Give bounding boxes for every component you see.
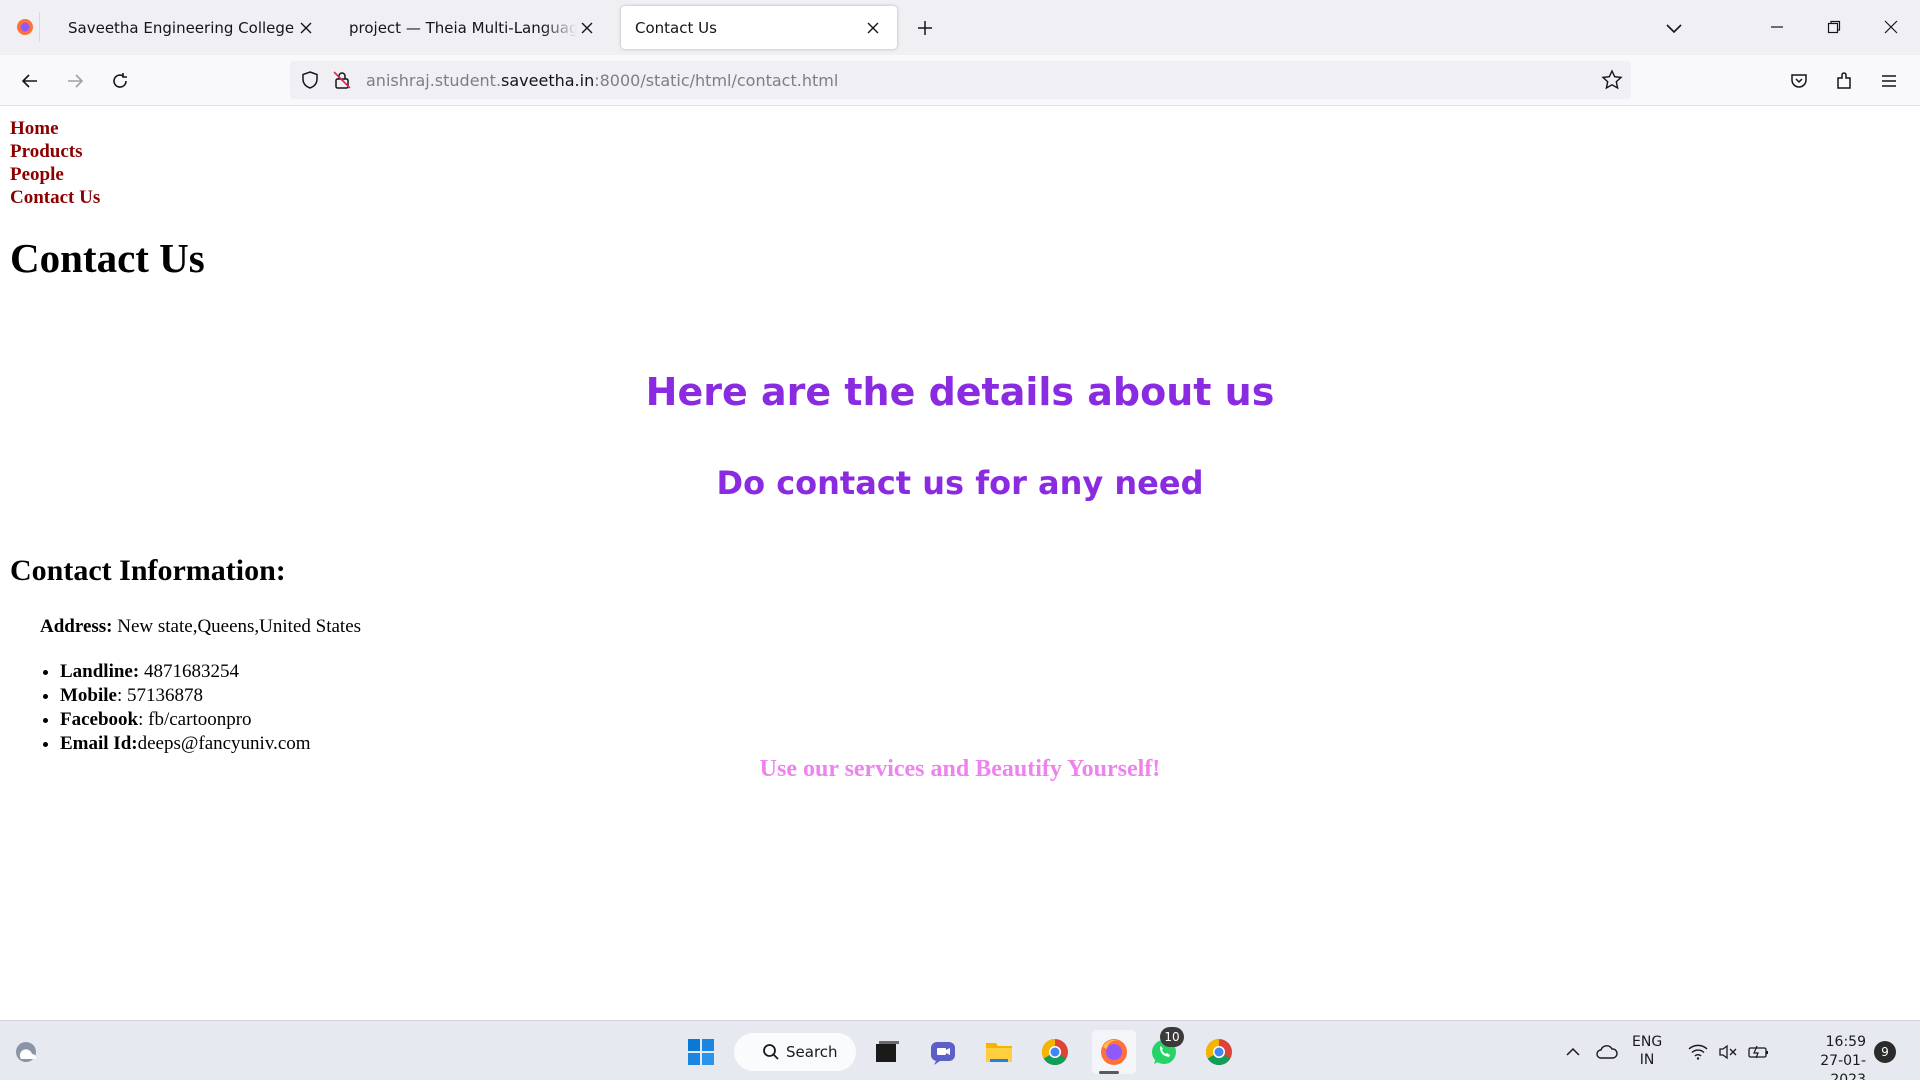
- facebook-label: Facebook: [60, 709, 139, 730]
- list-item-landline: Landline: 4871683254: [60, 660, 311, 684]
- reload-icon[interactable]: [106, 67, 134, 95]
- restore-icon[interactable]: [1821, 14, 1847, 40]
- nav-link-home[interactable]: Home: [10, 117, 100, 140]
- chrome-icon[interactable]: [1038, 1035, 1072, 1069]
- list-item-email: Email Id:deeps@fancyuniv.com: [60, 732, 311, 756]
- tab-title: Contact Us: [635, 18, 717, 37]
- taskbar: Search 10 ENG IN 16:59 27-01-2023 9: [0, 1020, 1920, 1080]
- notification-badge[interactable]: 9: [1874, 1041, 1896, 1063]
- address-line: Address: New state,Queens,United States: [40, 616, 361, 638]
- url-bar[interactable]: anishraj.student.saveetha.in:8000/static…: [290, 61, 1631, 99]
- tab-contact-us[interactable]: Contact Us: [621, 6, 897, 49]
- minimize-icon[interactable]: [1764, 14, 1790, 40]
- mobile-value: : 57136878: [117, 685, 204, 706]
- forward-icon[interactable]: [61, 67, 89, 95]
- list-item-mobile: Mobile: 57136878: [60, 684, 311, 708]
- lang-code: ENG: [1632, 1034, 1663, 1050]
- nav-link-people[interactable]: People: [10, 163, 100, 186]
- address-value: New state,Queens,United States: [112, 616, 362, 637]
- tab-saveetha[interactable]: Saveetha Engineering College: [54, 6, 330, 49]
- teams-chat-icon[interactable]: [926, 1035, 960, 1069]
- tab-theia[interactable]: project — Theia Multi-Language Explorer: [335, 6, 611, 49]
- chevron-down-icon[interactable]: [1662, 16, 1686, 44]
- details-heading: Here are the details about us: [645, 370, 1275, 414]
- volume-muted-icon[interactable]: [1716, 1035, 1740, 1069]
- details-subheading: Do contact us for any need: [716, 464, 1204, 502]
- weather-icon[interactable]: [10, 1035, 44, 1069]
- site-nav: Home Products People Contact Us: [10, 117, 100, 209]
- landline-value: 4871683254: [139, 661, 239, 682]
- back-icon[interactable]: [16, 67, 44, 95]
- close-icon[interactable]: [577, 18, 597, 38]
- tab-bar: Saveetha Engineering College project — T…: [0, 0, 1920, 55]
- clock-date: 27-01-2023: [1820, 1053, 1866, 1080]
- mobile-label: Mobile: [60, 685, 117, 706]
- contact-info-heading: Contact Information:: [10, 554, 286, 587]
- insecure-lock-icon[interactable]: [332, 70, 352, 94]
- landline-label: Landline:: [60, 661, 140, 682]
- windows-start-icon[interactable]: [684, 1035, 718, 1069]
- bookmark-star-icon[interactable]: [1601, 69, 1623, 95]
- clock-time: 16:59: [1825, 1034, 1866, 1050]
- onedrive-icon[interactable]: [1594, 1035, 1620, 1069]
- wifi-icon[interactable]: [1686, 1035, 1710, 1069]
- tab-title: project — Theia Multi-Language Explorer: [349, 18, 577, 37]
- file-explorer-icon[interactable]: [982, 1035, 1016, 1069]
- url-text[interactable]: anishraj.student.saveetha.in:8000/static…: [366, 71, 838, 90]
- clock[interactable]: 16:59 27-01-2023: [1786, 1033, 1866, 1080]
- search-label: Search: [786, 1043, 838, 1061]
- search-icon: [763, 1044, 779, 1060]
- list-item-facebook: Facebook: fb/cartoonpro: [60, 708, 311, 732]
- battery-icon[interactable]: [1746, 1035, 1772, 1069]
- language-indicator[interactable]: ENG IN: [1632, 1033, 1662, 1080]
- close-icon[interactable]: [863, 18, 883, 38]
- contact-list: Landline: 4871683254 Mobile: 57136878 Fa…: [60, 660, 311, 756]
- new-tab-icon[interactable]: [913, 16, 937, 40]
- taskbar-search[interactable]: Search: [734, 1033, 856, 1071]
- navigation-toolbar: anishraj.student.saveetha.in:8000/static…: [0, 55, 1920, 106]
- task-view-icon[interactable]: [870, 1035, 904, 1069]
- firefox-view-icon[interactable]: [10, 12, 40, 42]
- active-indicator: [1099, 1071, 1119, 1074]
- extensions-icon[interactable]: [1830, 67, 1858, 95]
- page-content: Home Products People Contact Us Contact …: [0, 106, 1920, 1020]
- url-suffix: :8000/static/html/contact.html: [594, 71, 839, 90]
- menu-icon[interactable]: [1875, 67, 1903, 95]
- whatsapp-badge: 10: [1160, 1027, 1184, 1047]
- email-label: Email Id:: [60, 733, 138, 754]
- tagline: Use our services and Beautify Yourself!: [759, 756, 1161, 782]
- nav-link-contact-us[interactable]: Contact Us: [10, 186, 100, 209]
- chevron-up-icon[interactable]: [1562, 1035, 1584, 1069]
- url-host: saveetha.in: [501, 71, 595, 90]
- nav-link-products[interactable]: Products: [10, 140, 100, 163]
- url-prefix: anishraj.student.: [366, 71, 502, 90]
- address-label: Address:: [40, 616, 113, 637]
- chrome-icon[interactable]: [1202, 1035, 1236, 1069]
- email-value: deeps@fancyuniv.com: [137, 733, 311, 754]
- close-icon[interactable]: [296, 18, 316, 38]
- firefox-icon[interactable]: [1092, 1030, 1136, 1074]
- facebook-value: : fb/cartoonpro: [138, 709, 252, 730]
- tab-title: Saveetha Engineering College: [68, 18, 295, 37]
- page-title: Contact Us: [10, 235, 205, 281]
- pocket-icon[interactable]: [1785, 67, 1813, 95]
- close-window-icon[interactable]: [1878, 14, 1904, 40]
- lang-region: IN: [1639, 1052, 1655, 1068]
- shield-icon[interactable]: [300, 70, 320, 94]
